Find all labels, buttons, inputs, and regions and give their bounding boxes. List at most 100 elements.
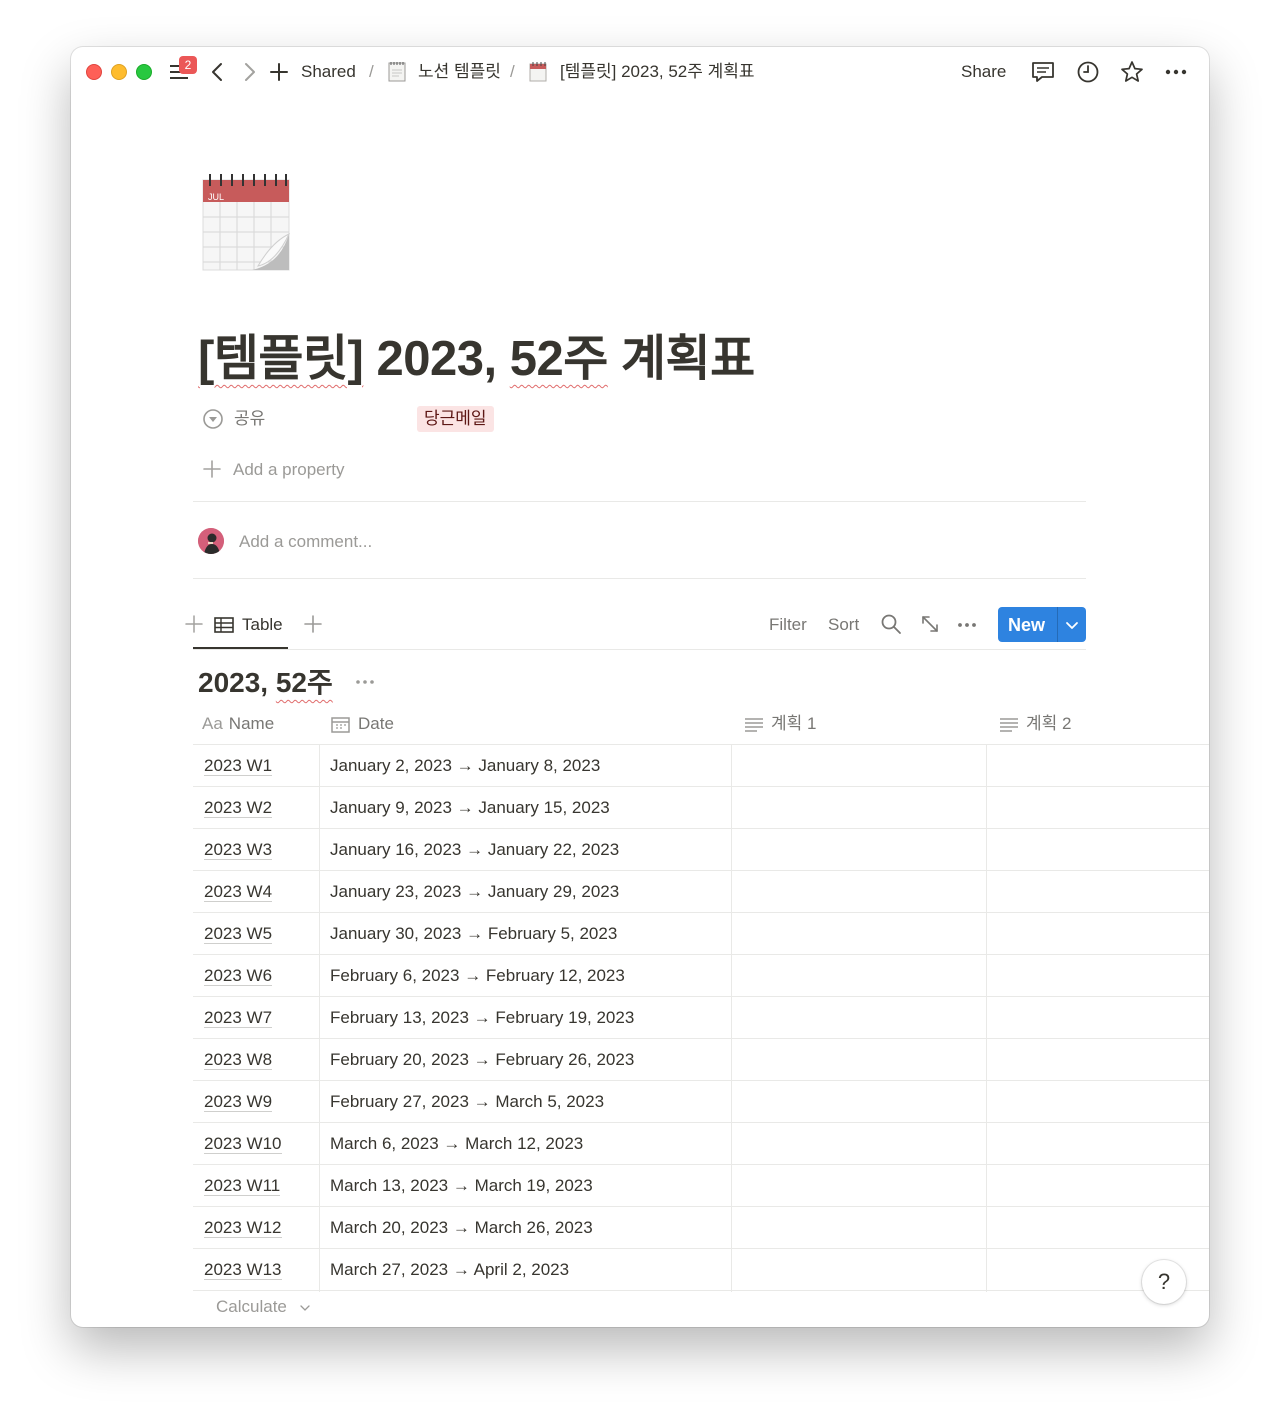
row-date-cell[interactable]: February 20, 2023 → February 26, 2023 — [330, 1039, 634, 1080]
row-plan-1-cell[interactable] — [732, 1249, 986, 1290]
expand-icon[interactable] — [919, 613, 941, 635]
row-name-cell[interactable]: 2023 W5 — [204, 913, 273, 954]
new-button[interactable]: New — [998, 607, 1086, 642]
row-plan-2-cell[interactable] — [987, 829, 1209, 870]
column-header-plan-1[interactable]: 계획 1 — [743, 704, 816, 744]
row-plan-2-cell[interactable] — [987, 1039, 1209, 1080]
table-row[interactable]: 2023 W6 February 6, 2023 → February 12, 2… — [193, 955, 1209, 997]
back-icon[interactable] — [207, 61, 229, 83]
column-header-plan-2[interactable]: 계획 2 — [998, 704, 1071, 744]
row-plan-2-cell[interactable] — [987, 1165, 1209, 1206]
calculate-button[interactable]: Calculate — [216, 1295, 287, 1319]
row-name-cell[interactable]: 2023 W8 — [204, 1039, 273, 1080]
row-name-cell[interactable]: 2023 W10 — [204, 1123, 282, 1164]
row-plan-1-cell[interactable] — [732, 871, 986, 912]
table-row[interactable]: 2023 W2 January 9, 2023 → January 15, 202… — [193, 787, 1209, 829]
column-header-date[interactable]: Date — [330, 704, 394, 744]
row-date-cell[interactable]: March 20, 2023 → March 26, 2023 — [330, 1207, 593, 1248]
page-title[interactable]: [템플릿] 2023, 52주 계획표 — [198, 319, 755, 390]
star-icon[interactable] — [1119, 59, 1145, 85]
row-name-cell[interactable]: 2023 W12 — [204, 1207, 282, 1248]
row-plan-1-cell[interactable] — [732, 997, 986, 1038]
row-plan-1-cell[interactable] — [732, 1039, 986, 1080]
row-plan-1-cell[interactable] — [732, 745, 986, 786]
row-plan-1-cell[interactable] — [732, 1123, 986, 1164]
table-row[interactable]: 2023 W13 March 27, 2023 → April 2, 2023 — [193, 1249, 1209, 1291]
table-row[interactable]: 2023 W9 February 27, 2023 → March 5, 2023 — [193, 1081, 1209, 1123]
more-icon[interactable] — [1163, 59, 1189, 85]
forward-icon[interactable] — [238, 61, 260, 83]
search-icon[interactable] — [880, 613, 902, 635]
database-title[interactable]: 2023, 52주 — [198, 661, 333, 701]
comment-icon[interactable] — [1030, 59, 1056, 85]
row-plan-2-cell[interactable] — [987, 787, 1209, 828]
row-name-cell[interactable]: 2023 W1 — [204, 745, 273, 786]
help-button[interactable]: ? — [1142, 1260, 1186, 1304]
breadcrumb-parent[interactable]: 노션 템플릿 — [418, 61, 501, 83]
row-plan-1-cell[interactable] — [732, 829, 986, 870]
row-plan-2-cell[interactable] — [987, 1123, 1209, 1164]
property-row-share[interactable]: 공유 당근메일 — [202, 405, 1102, 433]
row-name-cell[interactable]: 2023 W7 — [204, 997, 273, 1038]
table-row[interactable]: 2023 W11 March 13, 2023 → March 19, 2023 — [193, 1165, 1209, 1207]
breadcrumb-shared[interactable]: Shared — [301, 61, 356, 83]
column-header-name[interactable]: Aa Name — [202, 704, 274, 744]
sort-button[interactable]: Sort — [828, 613, 859, 637]
breadcrumb-current[interactable]: [템플릿] 2023, 52주 계획표 — [560, 61, 755, 83]
row-plan-2-cell[interactable] — [987, 913, 1209, 954]
table-row[interactable]: 2023 W7 February 13, 2023 → February 19, … — [193, 997, 1209, 1039]
row-name-cell[interactable]: 2023 W9 — [204, 1081, 273, 1122]
row-plan-1-cell[interactable] — [732, 1207, 986, 1248]
add-property-button[interactable]: Add a property — [202, 457, 502, 483]
filter-button[interactable]: Filter — [769, 613, 807, 637]
row-plan-2-cell[interactable] — [987, 1207, 1209, 1248]
row-name-cell[interactable]: 2023 W11 — [204, 1165, 281, 1206]
row-date-cell[interactable]: February 6, 2023 → February 12, 2023 — [330, 955, 625, 996]
more-icon[interactable] — [956, 613, 978, 635]
row-date-cell[interactable]: January 2, 2023 → January 8, 2023 — [330, 745, 600, 786]
row-plan-2-cell[interactable] — [987, 955, 1209, 996]
chevron-down-icon[interactable] — [300, 1303, 310, 1313]
row-name-cell[interactable]: 2023 W6 — [204, 955, 273, 996]
table-row[interactable]: 2023 W4 January 23, 2023 → January 29, 20… — [193, 871, 1209, 913]
row-date-cell[interactable]: January 9, 2023 → January 15, 2023 — [330, 787, 610, 828]
zoom-window-button[interactable] — [136, 64, 152, 80]
row-date-cell[interactable]: February 27, 2023 → March 5, 2023 — [330, 1081, 604, 1122]
table-row[interactable]: 2023 W12 March 20, 2023 → March 26, 2023 — [193, 1207, 1209, 1249]
row-plan-1-cell[interactable] — [732, 955, 986, 996]
comment-row[interactable]: Add a comment... — [198, 527, 798, 561]
new-page-icon[interactable] — [268, 61, 290, 83]
row-date-cell[interactable]: January 23, 2023 → January 29, 2023 — [330, 871, 619, 912]
row-date-cell[interactable]: March 13, 2023 → March 19, 2023 — [330, 1165, 593, 1206]
row-name-cell[interactable]: 2023 W4 — [204, 871, 273, 912]
row-plan-1-cell[interactable] — [732, 1165, 986, 1206]
row-plan-2-cell[interactable] — [987, 1081, 1209, 1122]
share-button[interactable]: Share — [961, 61, 1006, 83]
minimize-window-button[interactable] — [111, 64, 127, 80]
row-plan-1-cell[interactable] — [732, 913, 986, 954]
tab-table-view[interactable]: Table — [193, 603, 288, 649]
table-row[interactable]: 2023 W5 January 30, 2023 → February 5, 20… — [193, 913, 1209, 955]
table-row[interactable]: 2023 W3 January 16, 2023 → January 22, 20… — [193, 829, 1209, 871]
row-date-cell[interactable]: March 27, 2023 → April 2, 2023 — [330, 1249, 569, 1290]
table-row[interactable]: 2023 W10 March 6, 2023 → March 12, 2023 — [193, 1123, 1209, 1165]
table-row[interactable]: 2023 W1 January 2, 2023 → January 8, 2023 — [193, 745, 1209, 787]
row-date-cell[interactable]: January 16, 2023 → January 22, 2023 — [330, 829, 619, 870]
row-plan-2-cell[interactable] — [987, 997, 1209, 1038]
chevron-down-icon[interactable] — [1063, 616, 1081, 634]
row-plan-2-cell[interactable] — [987, 871, 1209, 912]
row-name-cell[interactable]: 2023 W13 — [204, 1249, 282, 1290]
spiral-calendar-icon[interactable]: JUL — [202, 172, 292, 272]
row-date-cell[interactable]: January 30, 2023 → February 5, 2023 — [330, 913, 617, 954]
row-date-cell[interactable]: February 13, 2023 → February 19, 2023 — [330, 997, 634, 1038]
clock-icon[interactable] — [1075, 59, 1101, 85]
row-name-cell[interactable]: 2023 W3 — [204, 829, 273, 870]
row-date-cell[interactable]: March 6, 2023 → March 12, 2023 — [330, 1123, 583, 1164]
close-window-button[interactable] — [86, 64, 102, 80]
add-comment-input[interactable]: Add a comment... — [239, 529, 372, 555]
row-plan-1-cell[interactable] — [732, 787, 986, 828]
table-row[interactable]: 2023 W8 February 20, 2023 → February 26, … — [193, 1039, 1209, 1081]
row-plan-2-cell[interactable] — [987, 745, 1209, 786]
more-icon[interactable] — [354, 671, 376, 693]
row-plan-1-cell[interactable] — [732, 1081, 986, 1122]
